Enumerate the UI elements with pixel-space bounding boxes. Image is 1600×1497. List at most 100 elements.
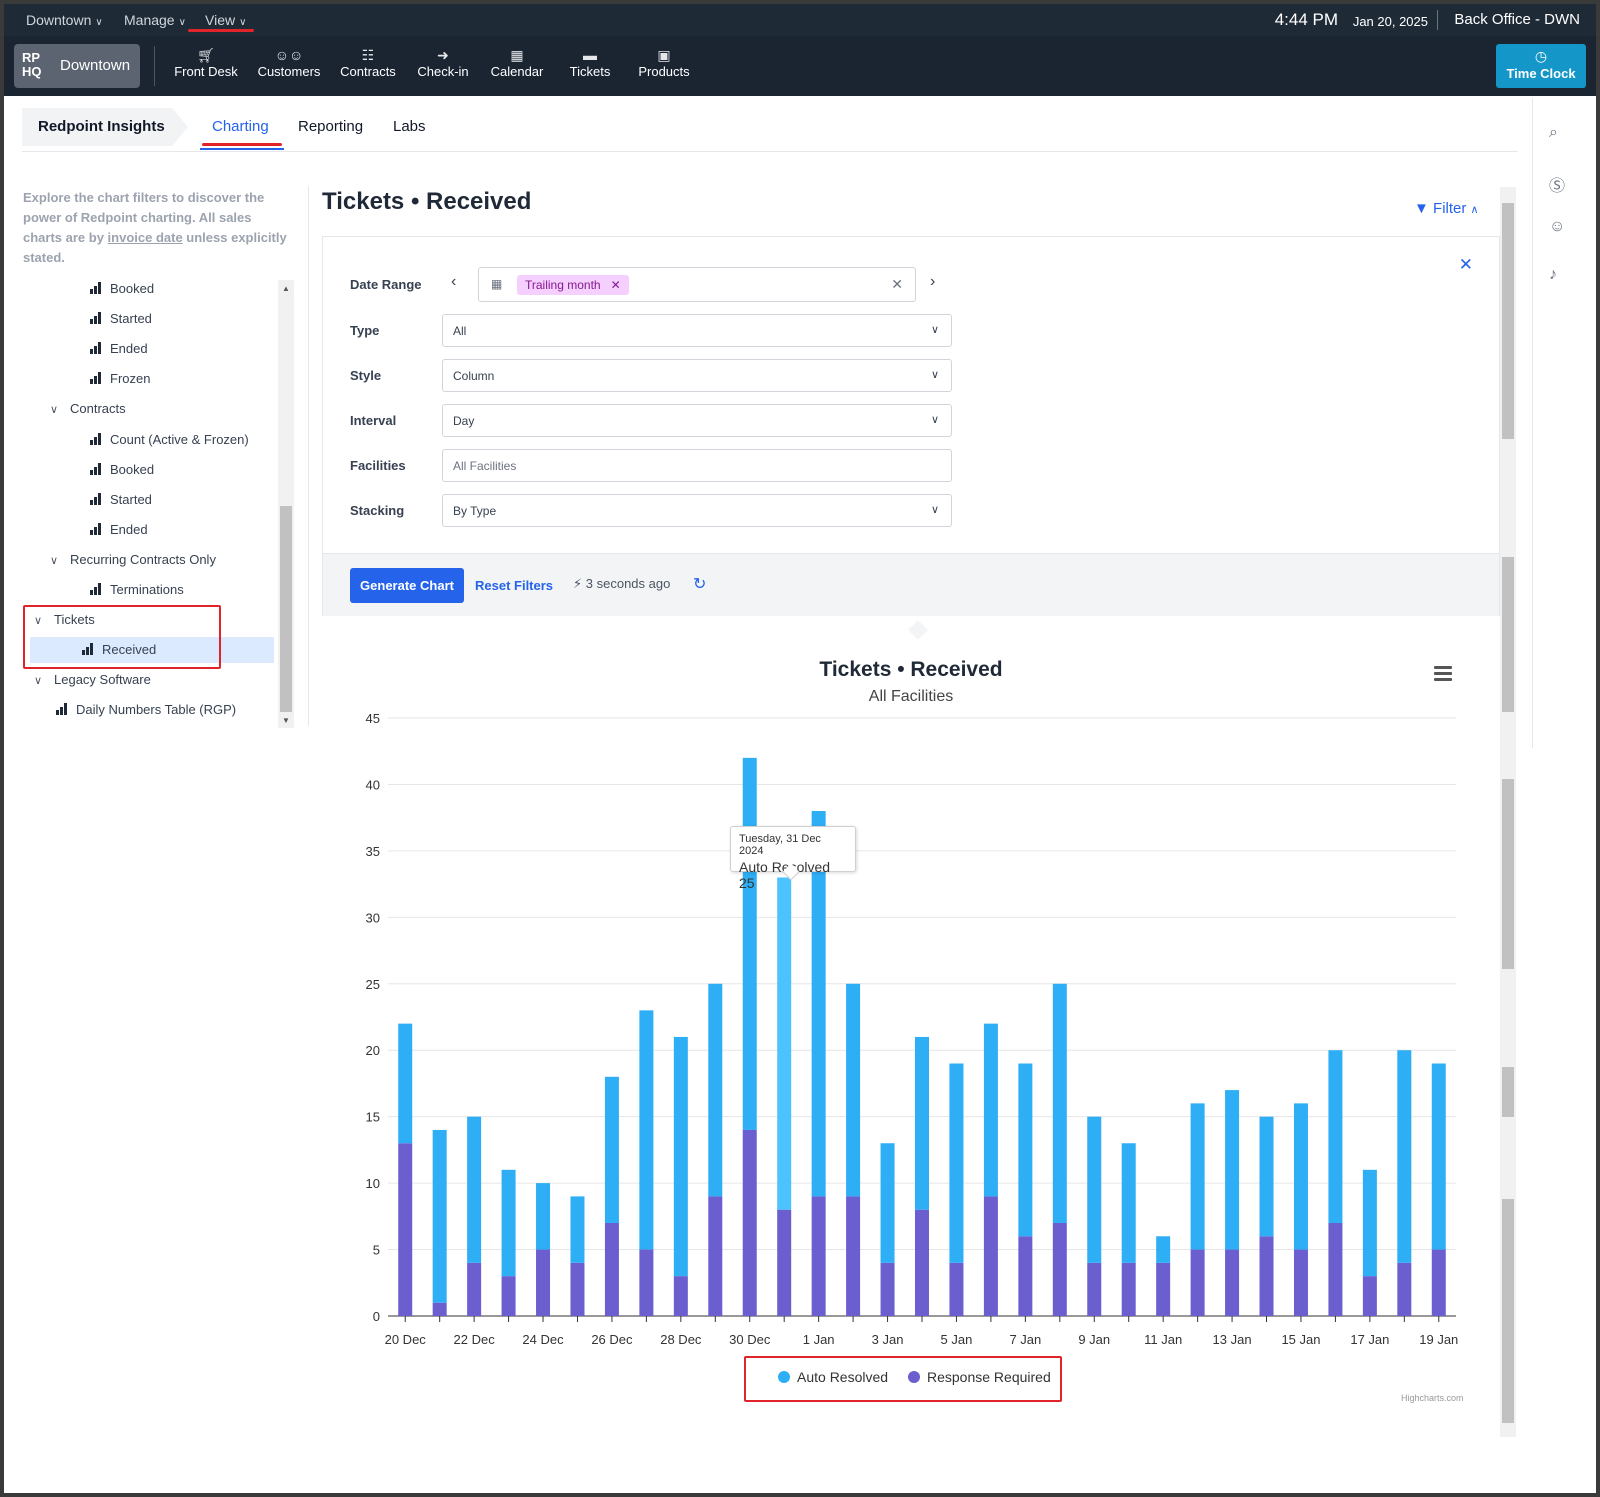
filter-toggle[interactable]: ▼ Filter ∧	[1414, 200, 1479, 217]
bar-auto-resolved	[949, 1063, 964, 1263]
insights-tabs: Redpoint Insights Charting Reporting Lab…	[22, 108, 1518, 152]
menu-downtown[interactable]: Downtown ∨	[26, 12, 103, 28]
interval-select[interactable]: Day ∨	[442, 404, 952, 437]
annotation-underline	[188, 29, 254, 32]
chevron-left-icon[interactable]: ‹	[451, 273, 456, 291]
date-range-chip[interactable]: Trailing month ✕	[517, 275, 629, 295]
search-icon[interactable]: ⌕	[1549, 124, 1558, 142]
contracts-icon: ☷	[361, 47, 375, 63]
bar-auto-resolved	[1018, 1063, 1033, 1237]
bar-auto-resolved	[501, 1169, 516, 1277]
stacking-select[interactable]: By Type ∨	[442, 494, 952, 527]
tab-labs[interactable]: Labs	[393, 118, 426, 135]
nav-calendar[interactable]: ▦ Calendar	[489, 46, 545, 79]
nav-front-desk[interactable]: 🛒︎ Front Desk	[174, 46, 238, 79]
bar-chart-icon	[90, 462, 104, 475]
tree-item[interactable]: Daily Numbers Table (RGP)	[22, 697, 236, 723]
office-selector[interactable]: Back Office - DWN	[1454, 11, 1580, 28]
nav-check-in[interactable]: ➜ Check-in	[415, 46, 471, 79]
tree-group[interactable]: ∨ Contracts	[22, 396, 126, 422]
menu-manage[interactable]: Manage ∨	[124, 12, 186, 28]
main-scroll-thumb[interactable]	[1502, 1199, 1514, 1423]
legend-item-auto-resolved[interactable]: Auto Resolved	[778, 1369, 888, 1385]
legend-dot	[908, 1371, 920, 1383]
tree-item[interactable]: Terminations	[22, 577, 184, 603]
location-button[interactable]: RP HQ Downtown	[14, 44, 140, 88]
main-scroll-thumb[interactable]	[1502, 557, 1514, 712]
main-scrollbar[interactable]	[1500, 187, 1516, 1437]
tree-item[interactable]: Ended	[22, 336, 148, 362]
chevron-down-icon[interactable]: ∨	[50, 397, 64, 423]
nav-customers[interactable]: ☺☺ Customers	[256, 46, 322, 79]
user-icon[interactable]: ☺	[1549, 218, 1565, 236]
bar-response-required	[915, 1209, 929, 1316]
menubar-divider	[1437, 10, 1438, 30]
bar-response-required	[811, 1196, 826, 1316]
tree-item[interactable]: Count (Active & Frozen)	[22, 427, 249, 453]
tree-group[interactable]: ∨ Legacy Software	[22, 667, 151, 693]
bar-chart-icon	[90, 432, 104, 445]
chart-subtitle: All Facilities	[869, 688, 953, 705]
chart-title: Tickets • Received	[819, 658, 1002, 681]
nav-contracts[interactable]: ☷ Contracts	[339, 46, 397, 79]
lightning-icon: ⚡︎	[573, 576, 583, 591]
tree-item-label: Started	[110, 491, 152, 507]
clear-icon[interactable]: ✕	[891, 276, 903, 293]
close-icon[interactable]: ✕	[1459, 255, 1473, 275]
refresh-icon[interactable]: ↻	[693, 574, 706, 594]
date-range-label: Date Range	[350, 277, 422, 292]
facilities-input[interactable]: All Facilities	[442, 449, 952, 482]
scroll-down-icon[interactable]: ▼	[282, 716, 290, 725]
tree-item[interactable]: Booked	[22, 276, 154, 302]
reset-filters-button[interactable]: Reset Filters	[475, 578, 553, 593]
menu-view[interactable]: View ∨	[205, 12, 246, 28]
bar-auto-resolved	[1121, 1143, 1136, 1263]
tab-charting[interactable]: Charting	[212, 118, 269, 135]
nav-tickets[interactable]: ▬ Tickets	[567, 46, 613, 79]
generate-chart-button[interactable]: Generate Chart	[350, 568, 464, 603]
tree-group[interactable]: ∨ Recurring Contracts Only	[22, 547, 216, 573]
chart-credits[interactable]: Highcharts.com	[1401, 1393, 1464, 1403]
bar-auto-resolved	[432, 1129, 447, 1303]
dollar-icon[interactable]: Ⓢ	[1549, 172, 1565, 196]
date-range-input[interactable]: ▦ Trailing month ✕ ✕	[478, 267, 916, 302]
tree-item[interactable]: Started	[22, 306, 152, 332]
chevron-right-icon[interactable]: ›	[930, 273, 935, 291]
tab-redpoint-insights[interactable]: Redpoint Insights	[22, 108, 188, 146]
time-clock-button[interactable]: ◷ Time Clock	[1496, 44, 1586, 88]
bar-auto-resolved	[880, 1143, 895, 1263]
nav-products[interactable]: ▣ Products	[636, 46, 692, 79]
main-scroll-thumb[interactable]	[1502, 779, 1514, 969]
chevron-down-icon[interactable]: ∨	[50, 548, 64, 574]
collapse-handle[interactable]	[908, 620, 928, 640]
bell-icon[interactable]: ♪	[1549, 266, 1557, 284]
tree-item[interactable]: Booked	[22, 457, 154, 483]
invoice-date-link[interactable]: invoice date	[108, 230, 183, 245]
remove-chip-icon[interactable]: ✕	[611, 278, 621, 292]
charting-intro: Explore the chart filters to discover th…	[23, 190, 287, 265]
legend-item-response-required[interactable]: Response Required	[908, 1369, 1051, 1385]
tree-item-label: Frozen	[110, 371, 151, 387]
filter-actions: Generate Chart Reset Filters ⚡︎ 3 second…	[323, 553, 1499, 616]
main-scroll-thumb[interactable]	[1502, 1067, 1514, 1117]
tab-reporting[interactable]: Reporting	[298, 118, 363, 135]
chevron-down-icon[interactable]: ∨	[34, 668, 48, 694]
right-rail-divider	[1532, 98, 1533, 748]
bar-response-required	[639, 1249, 654, 1316]
tree-item[interactable]: Frozen	[22, 366, 150, 392]
tree-item[interactable]: Ended	[22, 517, 148, 543]
type-select[interactable]: All ∨	[442, 314, 952, 347]
sidebar-scrollbar[interactable]: ▲ ▼	[278, 280, 294, 728]
sidebar-scroll-thumb[interactable]	[280, 506, 292, 712]
chevron-down-icon: ∨	[930, 369, 939, 381]
scroll-up-icon[interactable]: ▲	[282, 284, 290, 293]
chevron-down-icon: ∨	[239, 17, 247, 28]
tree-item[interactable]: Started	[22, 487, 152, 513]
main-scroll-thumb[interactable]	[1502, 203, 1514, 439]
chevron-down-icon: ∨	[178, 17, 186, 28]
tree-item-label: Ended	[110, 341, 148, 357]
x-tick-label: 30 Dec	[729, 1332, 771, 1347]
style-select[interactable]: Column ∨	[442, 359, 952, 392]
chart-menu-icon[interactable]	[1434, 666, 1452, 684]
x-tick-label: 26 Dec	[591, 1332, 633, 1347]
